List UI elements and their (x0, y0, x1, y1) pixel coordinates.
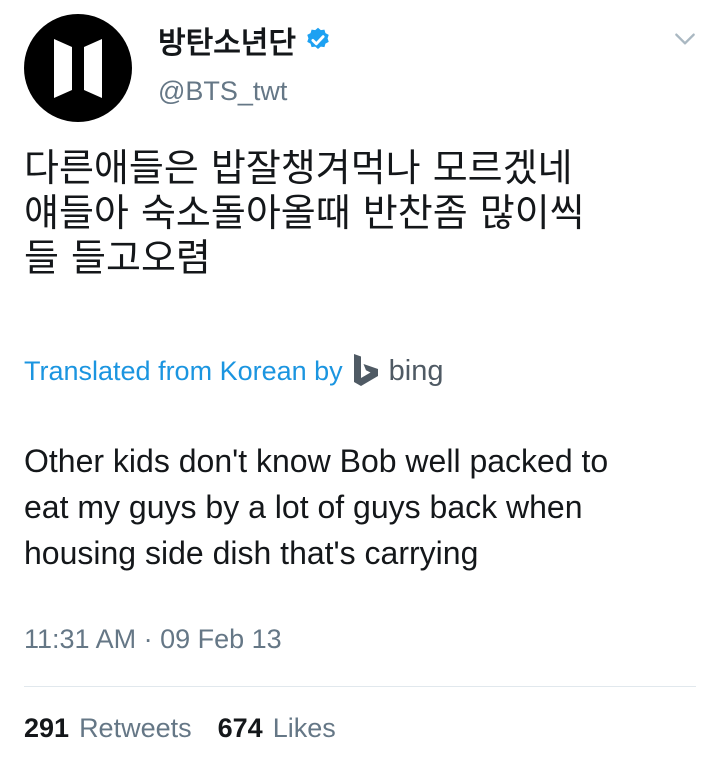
author-name-row: 방탄소년단 (158, 18, 332, 62)
verified-badge-icon (307, 27, 329, 49)
likes-stat[interactable]: 674 Likes (218, 713, 336, 744)
tweet-text: 다른애들은 밥잘챙겨먹나 모르겠네 얘들아 숙소돌아올때 반찬좀 많이씩 들 들… (24, 146, 585, 280)
tweet-date: 09 Feb 13 (160, 624, 282, 654)
avatar[interactable] (24, 14, 132, 122)
translator-name: bing (388, 354, 444, 387)
likes-count: 674 (217, 713, 263, 743)
translated-from-link[interactable]: Translated from Korean by (24, 356, 343, 387)
tweet-stats: 291 Retweets 674 Likes (24, 713, 336, 744)
retweets-stat[interactable]: 291 Retweets (24, 713, 192, 744)
retweets-count: 291 (24, 713, 70, 743)
timestamp[interactable]: 11:31 AM · 09 Feb 13 (24, 624, 282, 655)
timestamp-separator: · (136, 624, 161, 654)
retweets-label: Retweets (79, 713, 192, 743)
tweet-time: 11:31 AM (24, 624, 137, 654)
handle[interactable]: @BTS_twt (158, 76, 287, 107)
likes-label: Likes (272, 713, 336, 743)
bing-logo-icon (353, 354, 378, 386)
bts-logo-icon (54, 39, 102, 98)
divider (24, 686, 696, 687)
chevron-down-icon[interactable] (672, 26, 698, 52)
translated-text: Other kids don't know Bob well packed to… (24, 443, 609, 571)
translation-attribution: Translated from Korean by bing (24, 352, 443, 390)
display-name[interactable]: 방탄소년단 (158, 18, 296, 62)
